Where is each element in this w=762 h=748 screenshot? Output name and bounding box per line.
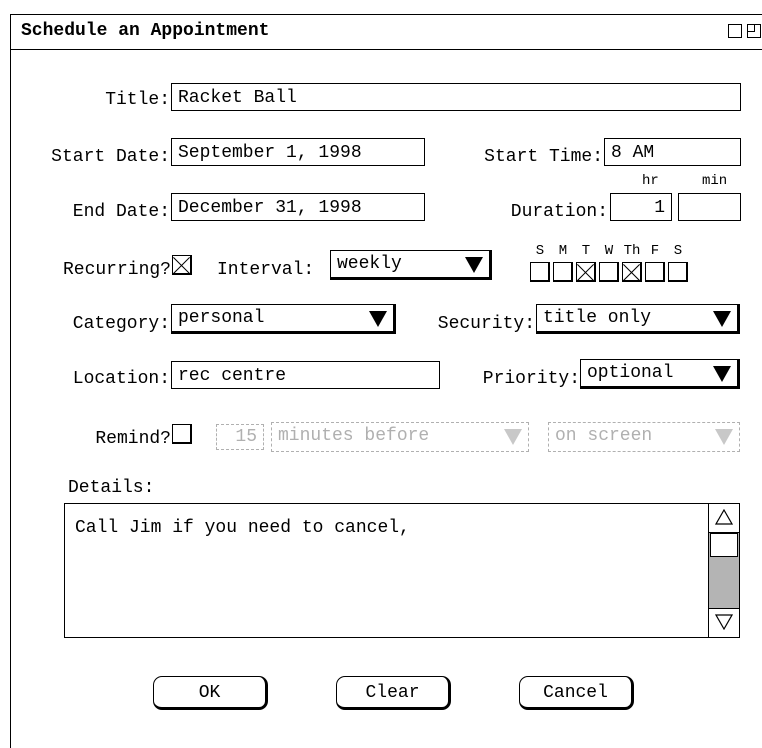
title-label: Title:	[105, 90, 170, 110]
details-textarea[interactable]: Call Jim if you need to cancel,	[64, 503, 740, 638]
end-date-field[interactable]: December 31, 1998	[171, 193, 425, 221]
remind-method-dropdown: on screen	[548, 422, 740, 452]
remind-units-value: minutes before	[278, 426, 430, 446]
chevron-down-icon	[715, 429, 733, 445]
chevron-down-icon	[713, 366, 731, 382]
triangle-down-icon	[715, 614, 733, 630]
chevron-down-icon	[369, 311, 387, 327]
duration-min-label: min	[702, 173, 728, 189]
interval-value: weekly	[337, 254, 402, 274]
remind-amount-field: 15	[216, 424, 264, 450]
location-field[interactable]: rec centre	[171, 361, 440, 389]
start-date-label: Start Date:	[51, 147, 170, 167]
interval-dropdown[interactable]: weekly	[330, 250, 492, 280]
duration-minutes-field[interactable]	[678, 193, 741, 221]
start-date-field[interactable]: September 1, 1998	[171, 138, 425, 166]
clear-button[interactable]: Clear	[336, 676, 451, 710]
day-label-tue: T	[581, 243, 591, 259]
chevron-down-icon	[713, 311, 731, 327]
remind-checkbox[interactable]	[172, 424, 192, 444]
day-checkbox-sun[interactable]	[530, 262, 550, 282]
day-label-mon: M	[558, 243, 568, 259]
details-label: Details:	[68, 478, 155, 498]
start-time-label: Start Time:	[484, 147, 603, 167]
day-checkbox-fri[interactable]	[645, 262, 665, 282]
details-text: Call Jim if you need to cancel,	[75, 518, 410, 538]
security-dropdown[interactable]: title only	[536, 304, 740, 334]
security-label: Security:	[437, 314, 535, 334]
duration-hr-label: hr	[642, 173, 659, 189]
day-label-wed: W	[604, 243, 614, 259]
day-checkbox-sat[interactable]	[668, 262, 688, 282]
location-label: Location:	[72, 369, 170, 389]
scroll-thumb[interactable]	[710, 533, 738, 557]
priority-value: optional	[587, 363, 674, 383]
start-time-field[interactable]: 8 AM	[604, 138, 741, 166]
priority-dropdown[interactable]: optional	[580, 359, 740, 389]
title-bar[interactable]: Schedule an Appointment	[10, 14, 762, 50]
cancel-button[interactable]: Cancel	[519, 676, 634, 710]
chevron-down-icon	[504, 429, 522, 445]
chevron-down-icon	[465, 257, 483, 273]
duration-label: Duration:	[510, 202, 608, 222]
day-checkbox-thu[interactable]	[622, 262, 642, 282]
ok-button[interactable]: OK	[153, 676, 268, 710]
remind-method-value: on screen	[555, 426, 653, 446]
end-date-label: End Date:	[72, 202, 170, 222]
window-title: Schedule an Appointment	[21, 21, 270, 41]
day-checkbox-tue[interactable]	[576, 262, 596, 282]
day-label-fri: F	[650, 243, 660, 259]
recurring-checkbox[interactable]	[172, 255, 192, 275]
scroll-up-button[interactable]	[709, 504, 739, 533]
recurring-label: Recurring?	[62, 260, 171, 280]
category-dropdown[interactable]: personal	[171, 304, 396, 334]
category-value: personal	[178, 308, 265, 328]
category-label: Category:	[72, 314, 170, 334]
triangle-up-icon	[715, 509, 733, 525]
security-value: title only	[543, 308, 652, 328]
maximize-icon[interactable]	[747, 24, 761, 38]
day-label-sat: S	[673, 243, 683, 259]
interval-label: Interval:	[217, 260, 315, 280]
appointment-window: Schedule an Appointment Title: Racket Ba…	[0, 0, 762, 748]
details-scrollbar[interactable]	[708, 504, 739, 637]
minimize-icon[interactable]	[728, 24, 742, 38]
duration-hours-field[interactable]: 1	[610, 193, 672, 221]
remind-units-dropdown: minutes before	[271, 422, 529, 452]
scroll-down-button[interactable]	[709, 608, 739, 637]
day-label-sun: S	[535, 243, 545, 259]
day-checkbox-wed[interactable]	[599, 262, 619, 282]
priority-label: Priority:	[482, 369, 580, 389]
day-label-thu: Th	[623, 243, 641, 259]
day-checkbox-mon[interactable]	[553, 262, 573, 282]
title-field[interactable]: Racket Ball	[171, 83, 741, 111]
remind-label: Remind?	[95, 429, 171, 449]
